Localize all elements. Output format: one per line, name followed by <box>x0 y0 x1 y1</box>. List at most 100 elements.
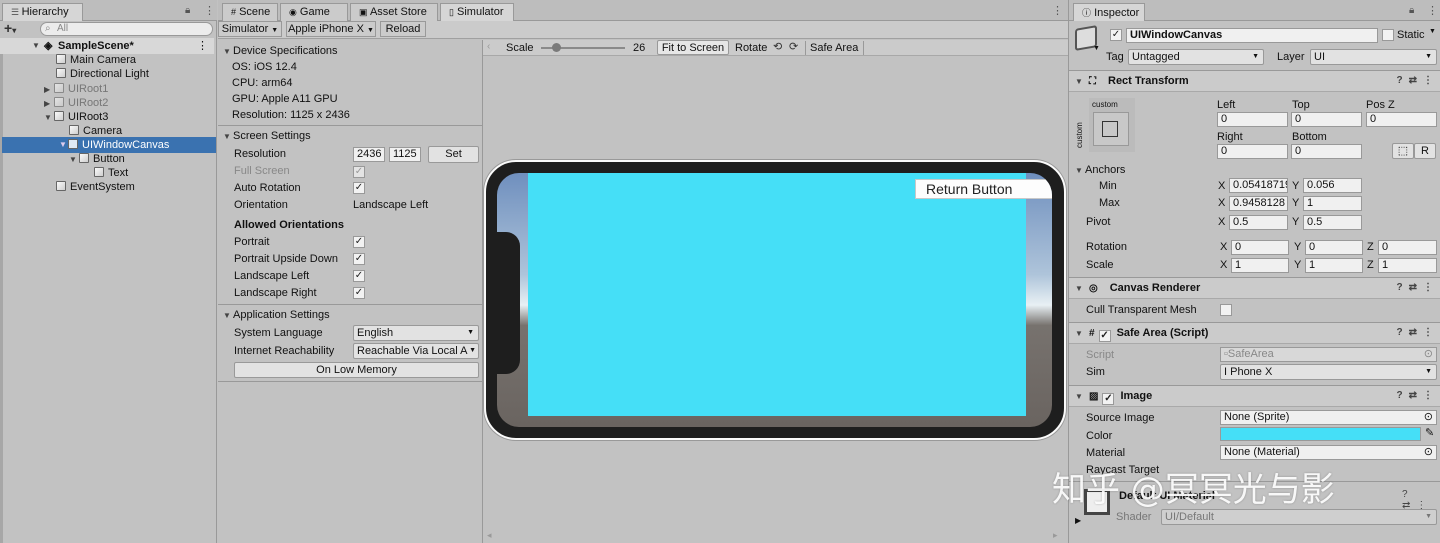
left-label: Left <box>1217 99 1236 111</box>
anchors-foldout[interactable]: ▼ Anchors <box>1075 162 1125 178</box>
object-picker-icon[interactable]: ⊙ <box>1424 446 1433 459</box>
resolution-height-input[interactable]: 1125 <box>389 147 421 162</box>
resolution-width-input[interactable]: 2436 <box>353 147 385 162</box>
static-dropdown-icon[interactable]: ▼ <box>1429 28 1436 35</box>
collapse-arrow-icon[interactable]: ‹ <box>487 41 490 52</box>
tree-item-directional-light[interactable]: Directional Light <box>56 66 149 82</box>
menu-icon[interactable]: ⋮ <box>1427 4 1438 17</box>
divider <box>218 381 483 382</box>
bottom-input[interactable]: 0 <box>1291 144 1362 159</box>
device-specs-header[interactable]: ▼ Device Specifications <box>223 43 338 59</box>
portrait-upside-checkbox[interactable]: ✓ <box>353 253 365 265</box>
tab-simulator[interactable]: ▯ Simulator <box>440 3 514 21</box>
internet-reach-label: Internet Reachability <box>234 345 335 357</box>
blueprint-mode-button[interactable]: ⬚ <box>1392 143 1414 159</box>
screen-settings-header[interactable]: ▼ Screen Settings <box>223 128 311 144</box>
scene-menu-icon[interactable]: ⋮ <box>197 38 208 54</box>
right-input[interactable]: 0 <box>1217 144 1288 159</box>
posz-input[interactable]: 0 <box>1366 112 1437 127</box>
rect-transform-header[interactable]: ▼ ⛶ Rect Transform ?⇄⋮ <box>1069 70 1440 92</box>
anchor-preset-button[interactable]: custom <box>1089 98 1135 152</box>
scale-z-input[interactable]: 1 <box>1378 258 1437 273</box>
reload-button[interactable]: Reload <box>380 21 426 37</box>
rotation-y-input[interactable]: 0 <box>1305 240 1363 255</box>
lock-icon[interactable]: 🔒︎ <box>1409 5 1414 16</box>
app-settings-header[interactable]: ▼ Application Settings <box>223 307 330 323</box>
component-menu-icons[interactable]: ?⇄⋮ <box>1397 71 1440 91</box>
lock-icon[interactable]: 🔒︎ <box>185 5 190 16</box>
safe-area-header[interactable]: ▼ # ✓ Safe Area (Script) ?⇄⋮ <box>1069 322 1440 344</box>
rotation-x-input[interactable]: 0 <box>1231 240 1289 255</box>
safe-area-enabled-checkbox[interactable]: ✓ <box>1098 330 1111 342</box>
active-checkbox[interactable]: ✓ <box>1110 29 1122 41</box>
rotate-right-icon[interactable]: ⟳ <box>789 40 798 53</box>
orientation-label: Orientation <box>234 199 288 211</box>
tab-game[interactable]: ◉ Game <box>280 3 348 21</box>
object-picker-icon[interactable]: ⊙ <box>1424 411 1433 424</box>
image-header[interactable]: ▼ ▨ ✓ Image ?⇄⋮ <box>1069 385 1440 407</box>
min-label: Min <box>1099 180 1117 192</box>
canvas-renderer-header[interactable]: ▼ ◎ Canvas Renderer ?⇄⋮ <box>1069 277 1440 299</box>
full-screen-checkbox[interactable]: ✓ <box>353 166 365 178</box>
material-menu-icons[interactable]: ?⇄⋮ <box>1402 489 1440 511</box>
pivot-x-input[interactable]: 0.5 <box>1229 215 1288 230</box>
tree-item-eventsystem[interactable]: EventSystem <box>56 179 135 195</box>
top-label: Top <box>1292 99 1310 111</box>
component-menu-icons[interactable]: ?⇄⋮ <box>1397 278 1440 298</box>
tab-scene[interactable]: # Scene <box>222 3 278 21</box>
landscape-right-checkbox[interactable]: ✓ <box>353 287 365 299</box>
on-low-memory-button[interactable]: On Low Memory <box>234 362 479 378</box>
tag-dropdown[interactable]: Untagged ▼ <box>1128 49 1264 65</box>
anchor-max-x-input[interactable]: 0.9458128 <box>1229 196 1288 211</box>
rotation-z-input[interactable]: 0 <box>1378 240 1437 255</box>
set-resolution-button[interactable]: Set <box>428 146 479 163</box>
simulator-dropdown[interactable]: Simulator ▼ <box>218 21 282 37</box>
source-image-field[interactable]: None (Sprite) ⊙ <box>1220 410 1437 425</box>
top-input[interactable]: 0 <box>1291 112 1362 127</box>
scroll-right-icon[interactable]: ▸ <box>1053 530 1058 541</box>
static-checkbox[interactable] <box>1382 29 1394 41</box>
internet-reach-dropdown[interactable]: Reachable Via Local A ▼ <box>353 343 479 359</box>
rotate-left-icon[interactable]: ⟲ <box>773 40 782 53</box>
return-button[interactable]: Return Button <box>915 179 1052 199</box>
scale-slider[interactable] <box>541 43 625 52</box>
image-enabled-checkbox[interactable]: ✓ <box>1102 393 1115 405</box>
eyedropper-icon[interactable]: ✎ <box>1425 426 1434 439</box>
menu-icon[interactable]: ⋮ <box>204 4 215 17</box>
name-input[interactable]: UIWindowCanvas <box>1126 28 1378 43</box>
component-menu-icons[interactable]: ?⇄⋮ <box>1397 323 1440 343</box>
tab-hierarchy[interactable]: ☰ Hierarchy <box>2 3 83 21</box>
tab-inspector[interactable]: ⓘ Inspector <box>1073 3 1145 21</box>
color-swatch[interactable] <box>1220 427 1421 441</box>
safe-area-toggle[interactable]: Safe Area <box>810 40 858 56</box>
scroll-left-icon[interactable]: ◂ <box>487 530 492 541</box>
left-input[interactable]: 0 <box>1217 112 1288 127</box>
landscape-left-checkbox[interactable]: ✓ <box>353 270 365 282</box>
fit-to-screen-button[interactable]: Fit to Screen <box>657 40 729 55</box>
anchor-min-x-input[interactable]: 0.05418719 <box>1229 178 1288 193</box>
sim-dropdown[interactable]: I Phone X ▼ <box>1220 364 1437 380</box>
system-language-dropdown[interactable]: English ▼ <box>353 325 479 341</box>
portrait-upside-label: Portrait Upside Down <box>234 253 338 265</box>
scale-x-input[interactable]: 1 <box>1231 258 1289 273</box>
component-menu-icons[interactable]: ?⇄⋮ <box>1397 386 1440 406</box>
portrait-checkbox[interactable]: ✓ <box>353 236 365 248</box>
gameobject-icon <box>54 83 64 93</box>
layer-dropdown[interactable]: UI ▼ <box>1310 49 1437 65</box>
raw-edit-button[interactable]: R <box>1414 143 1436 159</box>
cull-checkbox[interactable] <box>1220 304 1232 316</box>
scale-y-input[interactable]: 1 <box>1305 258 1363 273</box>
auto-rotation-label: Auto Rotation <box>234 182 301 194</box>
anchor-min-y-input[interactable]: 0.056 <box>1303 178 1362 193</box>
add-button[interactable]: +▾ <box>4 20 16 36</box>
shader-dropdown[interactable]: UI/Default ▼ <box>1161 509 1437 525</box>
tab-asset-store[interactable]: ▣ Asset Store <box>350 3 438 21</box>
material-field[interactable]: None (Material) ⊙ <box>1220 445 1437 460</box>
device-dropdown[interactable]: Apple iPhone X ▼ <box>286 21 376 37</box>
anchor-max-y-input[interactable]: 1 <box>1303 196 1362 211</box>
material-foldout[interactable]: ▶ <box>1075 516 1081 525</box>
auto-rotation-checkbox[interactable]: ✓ <box>353 182 365 194</box>
pivot-y-input[interactable]: 0.5 <box>1303 215 1362 230</box>
search-input[interactable]: ⌕ All <box>40 22 213 36</box>
tab-menu-icon[interactable]: ⋮ <box>1052 4 1063 17</box>
